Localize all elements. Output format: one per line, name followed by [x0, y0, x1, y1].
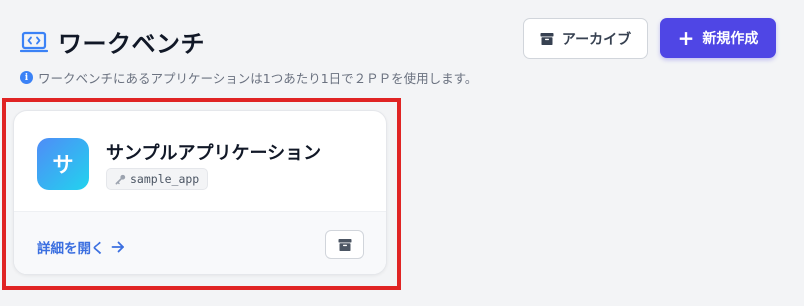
- app-avatar: サ: [37, 138, 89, 190]
- archive-box-icon: [540, 32, 554, 45]
- info-icon: i: [20, 71, 33, 84]
- archive-button-label: アーカイブ: [561, 31, 632, 48]
- app-card-footer: 詳細を開く: [14, 211, 386, 274]
- open-details-label: 詳細を開く: [37, 241, 105, 257]
- page-title: ワークベンチ: [58, 30, 205, 58]
- open-details-link[interactable]: 詳細を開く: [37, 237, 125, 257]
- workbench-page: ワークベンチ i ワークベンチにあるアプリケーションは1つあたり1日で２ＰＰを使…: [0, 0, 804, 306]
- archive-button[interactable]: アーカイブ: [523, 18, 648, 59]
- app-card-body: サ サンプルアプリケーション sample_app: [14, 111, 386, 211]
- app-id-text: sample_app: [130, 172, 200, 186]
- archive-app-button[interactable]: [325, 230, 364, 259]
- new-button[interactable]: + 新規作成: [660, 18, 776, 58]
- plus-icon: +: [677, 26, 695, 50]
- app-card[interactable]: サ サンプルアプリケーション sample_app 詳細を開く: [13, 110, 387, 275]
- info-text: ワークベンチにあるアプリケーションは1つあたり1日で２ＰＰを使用します。: [38, 71, 478, 86]
- key-icon: [115, 174, 126, 184]
- page-header: ワークベンチ: [20, 24, 205, 59]
- app-id-badge: sample_app: [106, 168, 209, 190]
- info-note: i ワークベンチにあるアプリケーションは1つあたり1日で２ＰＰを使用します。: [20, 68, 477, 87]
- new-button-label: 新規作成: [702, 31, 759, 47]
- code-window-icon: [20, 31, 48, 52]
- app-name: サンプルアプリケーション: [106, 143, 322, 164]
- archive-box-icon: [338, 238, 351, 251]
- arrow-right-icon: [111, 241, 124, 253]
